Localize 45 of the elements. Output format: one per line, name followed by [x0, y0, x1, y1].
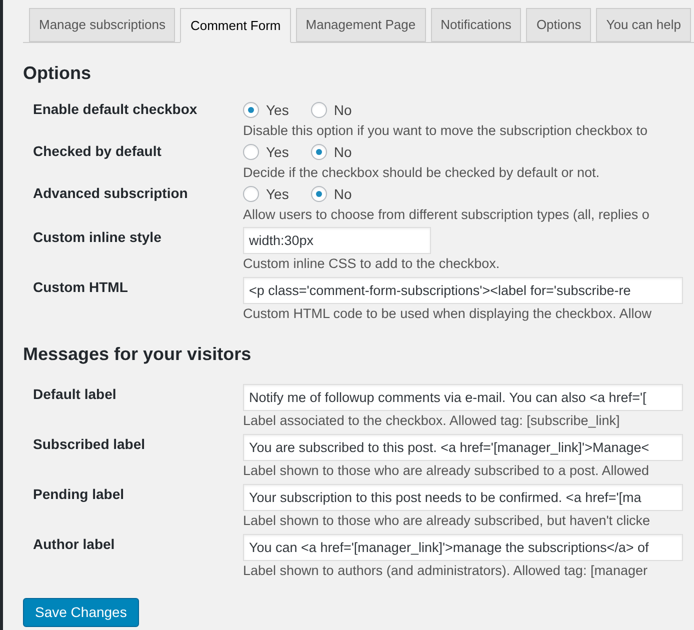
tab[interactable]: Management Page	[296, 8, 426, 42]
field-label: Custom HTML	[33, 279, 128, 295]
radio-button[interactable]	[243, 186, 259, 202]
tab[interactable]: Manage subscriptions	[29, 8, 176, 42]
radio-label: No	[334, 101, 352, 120]
radio-button[interactable]	[243, 144, 259, 160]
input-field[interactable]: Notify me of followup comments via e-mail. You can also <a href='[	[243, 384, 683, 411]
radio-label: No	[334, 185, 352, 204]
radio-button[interactable]	[310, 102, 327, 118]
section-heading: Options	[23, 62, 92, 85]
radio-label: No	[334, 143, 352, 162]
save-changes-button[interactable]: Save Changes	[23, 598, 139, 627]
radio-label: Yes	[266, 143, 289, 162]
field-label: Pending label	[33, 486, 124, 502]
field-label: Default label	[33, 386, 116, 402]
field-label: Advanced subscription	[33, 185, 188, 201]
field-label: Subscribed label	[33, 436, 146, 452]
field-description: Decide if the checkbox should be checked by default or not.	[243, 164, 600, 182]
field-label: Author label	[33, 536, 115, 552]
radio-label: Yes	[266, 185, 289, 204]
field-description: Custom inline CSS to add to the checkbox.	[243, 255, 500, 273]
radio-button[interactable]	[310, 144, 327, 160]
field-description: Label shown to those who are already subscribed, but haven't clicke	[243, 512, 652, 530]
field-description: Allow users to choose from different subscription types (all, replies o	[243, 206, 650, 224]
tab[interactable]: You can help	[596, 8, 691, 42]
tab[interactable]: Notifications	[430, 8, 522, 42]
field-label: Enable default checkbox	[33, 101, 198, 117]
section-heading: Messages for your visitors	[23, 343, 252, 366]
input-field[interactable]: Your subscription to this post needs to be confirmed. <a href='[ma	[243, 484, 683, 511]
input-field[interactable]: <p class='comment-form-subscriptions'><label for='subscribe-re	[243, 277, 683, 304]
input-field[interactable]: You can <a href='[manager_link]'>manage the subscriptions</a> of	[243, 534, 683, 561]
tab[interactable]: Comment Form	[180, 8, 291, 43]
field-label: Checked by default	[33, 143, 162, 159]
input-field[interactable]: width:30px	[243, 227, 431, 254]
field-description: Disable this option if you want to move the subscription checkbox to	[243, 122, 648, 140]
field-description: Label shown to authors (and administrators). Allowed tag: [manager	[243, 562, 648, 580]
tab[interactable]: Options	[526, 8, 592, 42]
field-description: Label shown to those who are already subscribed to a post. Allowed	[243, 462, 650, 480]
field-description: Custom HTML code to be used when displaying the checkbox. Allow	[243, 305, 652, 323]
radio-button[interactable]	[243, 102, 259, 118]
input-field[interactable]: You are subscribed to this post. <a href='[manager_link]'>Manage<	[243, 434, 683, 461]
radio-label: Yes	[266, 101, 289, 120]
field-description: Label associated to the checkbox. Allowed tag: [subscribe_link]	[243, 412, 621, 430]
radio-button[interactable]	[310, 186, 327, 202]
field-label: Custom inline style	[33, 229, 162, 245]
